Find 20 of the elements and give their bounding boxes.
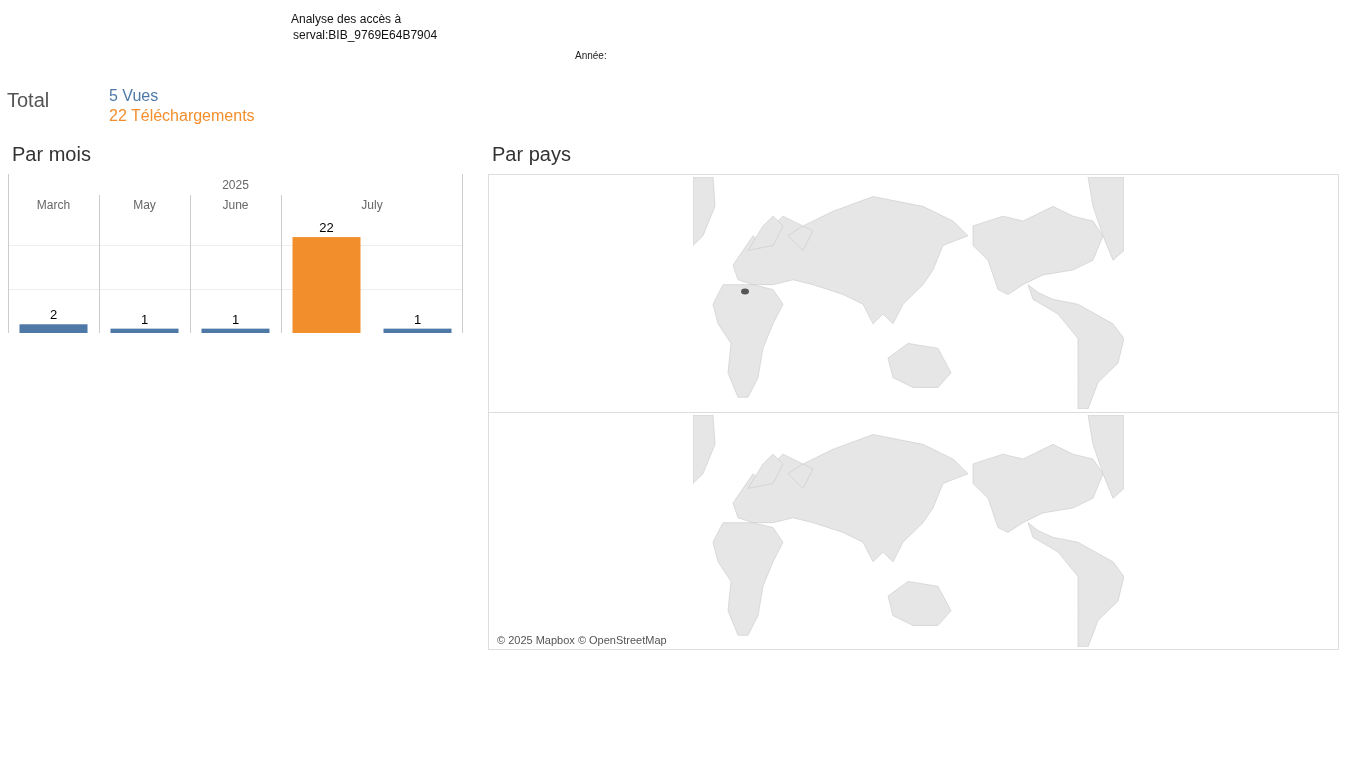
section-title: Par mois [12, 142, 92, 166]
month-label: July [361, 198, 383, 212]
month-label: May [133, 198, 156, 212]
year-header: 2025 [222, 178, 249, 192]
report-title: Analyse des accès à [291, 11, 403, 27]
data-label: 22 [319, 220, 334, 236]
section-title: Par pays [492, 142, 572, 166]
map-attribution: © 2025 Mapbox © OpenStreetMap [495, 634, 669, 646]
year-filter-label: Année: [575, 50, 607, 61]
total-label: Total [7, 88, 51, 113]
data-label: 2 [49, 307, 58, 323]
data-label: 1 [140, 311, 149, 327]
highlighted-country [741, 288, 749, 295]
data-label: 1 [413, 311, 422, 327]
total-value: 5 Vues [109, 86, 160, 106]
report-title: serval:BIB_9769E64B7904 [292, 27, 438, 43]
data-label: 1 [231, 311, 240, 327]
total-value: 22 Téléchargements [109, 106, 255, 126]
month-label: June [222, 198, 249, 212]
month-label: March [36, 198, 71, 212]
